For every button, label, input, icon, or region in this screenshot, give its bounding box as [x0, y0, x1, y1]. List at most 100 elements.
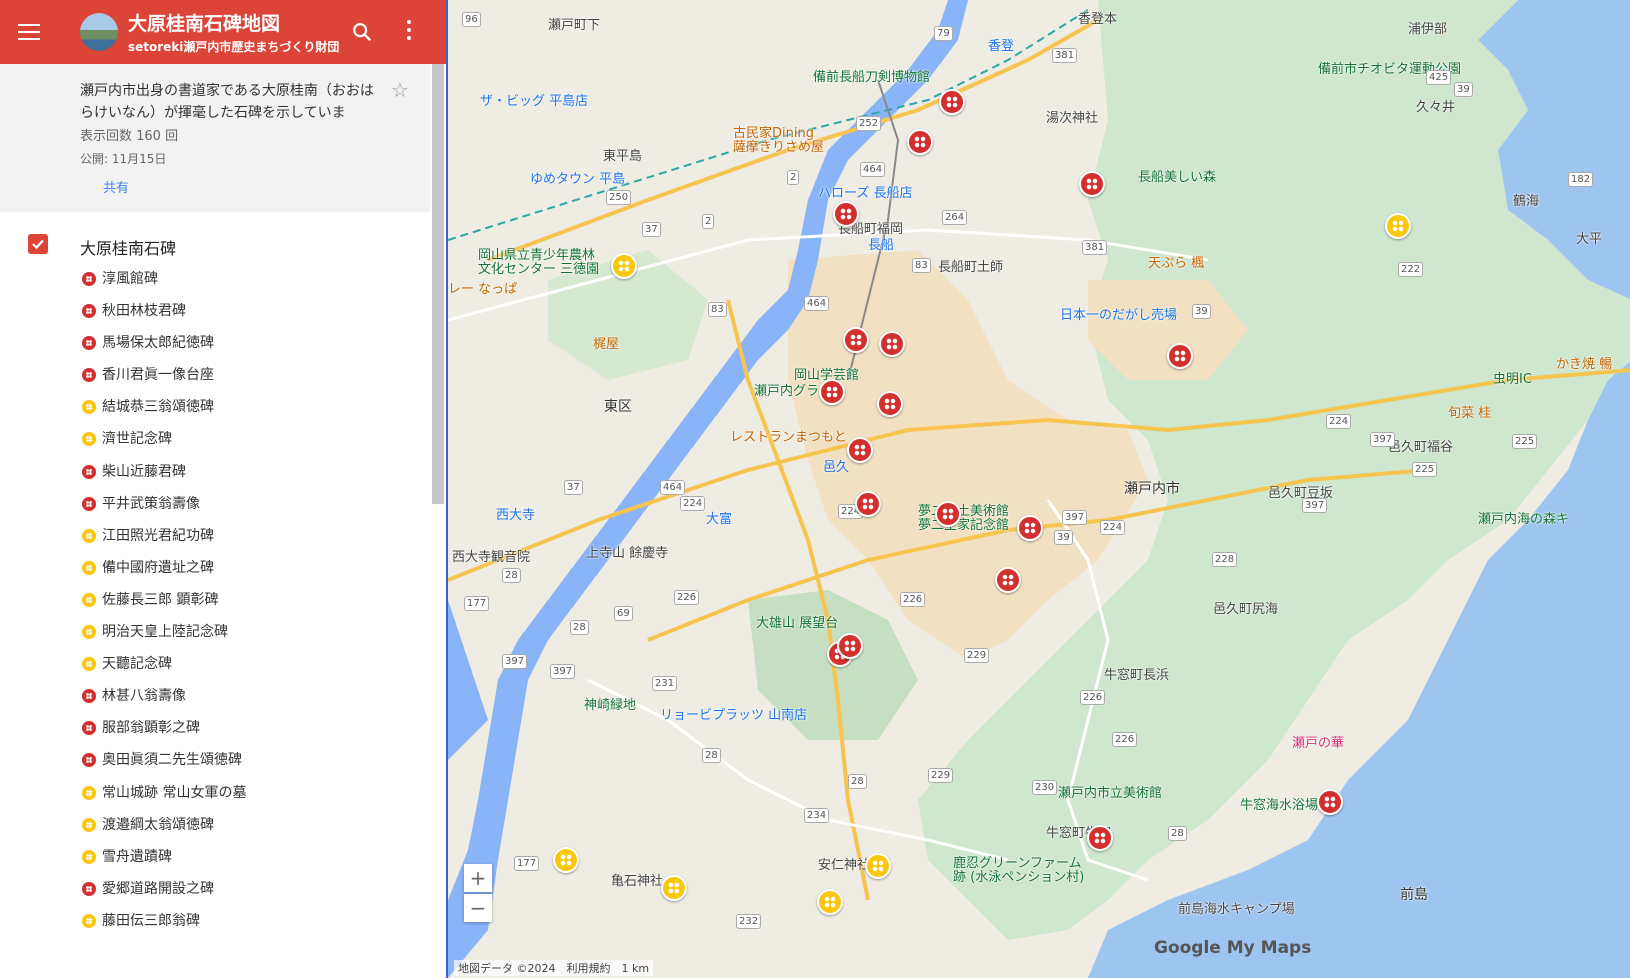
road-number: 226 — [1112, 732, 1138, 747]
monument-marker[interactable] — [1017, 515, 1043, 541]
place-label[interactable]: 牛窓町長浜 — [1104, 664, 1169, 683]
monument-pin-icon — [82, 753, 96, 768]
monument-marker[interactable] — [819, 379, 845, 405]
place-label[interactable]: 前島海水キャンプ場 — [1178, 898, 1295, 917]
place-label[interactable]: レストランまつもと — [730, 426, 847, 445]
place-label[interactable]: 瀬戸内市 — [1124, 478, 1180, 498]
monument-pin-icon — [82, 464, 96, 479]
place-label[interactable]: 天ぷら 楓 — [1148, 252, 1204, 271]
place-label[interactable]: 上寺山 餘慶寺 — [586, 542, 668, 561]
layer-item-label: 備中國府遺址之碑 — [102, 559, 214, 576]
monument-marker[interactable] — [553, 847, 579, 873]
place-label[interactable]: 香登 — [988, 35, 1014, 54]
place-label[interactable]: 長船町土師 — [938, 256, 1003, 275]
place-label[interactable]: 香登本 — [1078, 8, 1117, 27]
google-my-maps-logo: Google My Maps — [1154, 938, 1312, 958]
place-label[interactable]: 瀬戸の華 — [1292, 732, 1344, 751]
place-label[interactable]: 安仁神社 — [818, 854, 870, 873]
monument-pin-icon — [82, 913, 96, 928]
road-number: 83 — [708, 302, 727, 317]
layer-checkbox[interactable] — [28, 234, 48, 254]
road-number: 225 — [1412, 462, 1438, 477]
monument-marker[interactable] — [611, 253, 637, 279]
monument-marker[interactable] — [1167, 343, 1193, 369]
place-label[interactable]: 跡 (水泳ペンション村) — [953, 866, 1084, 885]
road-number: 37 — [564, 480, 583, 495]
place-label[interactable]: 大平 — [1576, 228, 1602, 247]
place-label[interactable]: 邑久町福谷 — [1388, 436, 1453, 455]
monument-marker[interactable] — [865, 853, 891, 879]
place-label[interactable]: 亀石神社 — [611, 870, 663, 889]
search-icon[interactable] — [351, 21, 373, 43]
place-label[interactable]: リョービプラッツ 山南店 — [660, 704, 807, 723]
place-label[interactable]: 備前長船刀剣博物館 — [813, 66, 930, 85]
monument-marker[interactable] — [1317, 789, 1343, 815]
monument-marker[interactable] — [1087, 825, 1113, 851]
monument-marker[interactable] — [877, 391, 903, 417]
map-owner[interactable]: setoreki瀬戸内市歴史まちづくり財団 — [128, 38, 339, 55]
place-label[interactable]: 瀬戸内市立美術館 — [1058, 782, 1162, 801]
map-description: 瀬戸内市出身の書道家である大原桂南（おおはらけいなん）が揮毫した石碑を示していま — [80, 83, 374, 121]
monument-marker[interactable] — [817, 889, 843, 915]
place-label[interactable]: 牛窓海水浴場 — [1240, 794, 1318, 813]
place-label[interactable]: 邑久 — [823, 456, 849, 475]
place-label[interactable]: 虫明IC — [1493, 368, 1532, 387]
monument-pin-icon — [82, 721, 96, 736]
place-label[interactable]: 東区 — [604, 396, 632, 416]
place-label[interactable]: 日本一のだがし売場 — [1060, 304, 1177, 323]
place-label[interactable]: 大富 — [706, 508, 732, 527]
place-label[interactable]: 邑久町尻海 — [1213, 598, 1278, 617]
road-number: 228 — [1212, 552, 1238, 567]
place-label[interactable]: かき焼 暢 — [1556, 353, 1612, 372]
place-label[interactable]: 西大寺 — [496, 504, 535, 523]
place-label[interactable]: ゆめタウン 平島 — [530, 168, 625, 187]
place-label[interactable]: 前島 — [1400, 884, 1428, 904]
monument-pin-icon — [82, 336, 96, 351]
place-label[interactable]: 長船美しい森 — [1138, 166, 1216, 185]
place-label[interactable]: 西大寺観音院 — [452, 546, 530, 565]
share-link[interactable]: 共有 — [103, 177, 129, 196]
place-label[interactable]: 長船 — [868, 234, 894, 253]
monument-marker[interactable] — [1385, 213, 1411, 239]
layer-item-label: 濟世記念碑 — [102, 431, 172, 448]
monument-marker[interactable] — [939, 89, 965, 115]
place-label[interactable]: 鶴海 — [1513, 190, 1539, 209]
monument-marker[interactable] — [995, 567, 1021, 593]
place-label[interactable]: 瀬戸町下 — [548, 14, 600, 33]
place-label[interactable]: 浦伊部 — [1408, 18, 1447, 37]
monument-marker[interactable] — [879, 331, 905, 357]
place-label[interactable]: 東平島 — [603, 145, 642, 164]
map-attribution[interactable]: 地図データ ©2024 利用規約 1 km — [454, 960, 654, 976]
monument-marker[interactable] — [661, 875, 687, 901]
star-icon[interactable]: ☆ — [391, 78, 409, 102]
monument-marker[interactable] — [847, 437, 873, 463]
place-label[interactable]: 湯次神社 — [1046, 107, 1098, 126]
monument-marker[interactable] — [935, 501, 961, 527]
sidebar-scrollbar[interactable] — [432, 64, 444, 504]
monument-marker[interactable] — [843, 327, 869, 353]
place-label[interactable]: 神崎緑地 — [584, 694, 636, 713]
place-label[interactable]: 大雄山 展望台 — [756, 612, 838, 631]
more-options-icon[interactable] — [406, 20, 412, 42]
place-label[interactable]: ハローズ 長船店 — [818, 182, 912, 201]
monument-marker[interactable] — [837, 633, 863, 659]
menu-icon[interactable] — [18, 19, 40, 45]
monument-marker[interactable] — [833, 201, 859, 227]
place-label[interactable]: 旬菜 桂 — [1448, 402, 1491, 421]
zoom-out-button[interactable]: − — [464, 894, 492, 922]
layer-item-label: 奥田眞須二先生頌徳碑 — [102, 752, 242, 769]
place-label[interactable]: ザ・ビッグ 平島店 — [480, 90, 588, 109]
place-label[interactable]: 文化センター 三徳園 — [478, 258, 599, 277]
road-number: 252 — [856, 116, 882, 131]
monument-marker[interactable] — [1079, 171, 1105, 197]
place-label[interactable]: 久々井 — [1416, 96, 1455, 115]
monument-marker[interactable] — [855, 491, 881, 517]
monument-marker[interactable] — [907, 129, 933, 155]
place-label[interactable]: 梶屋 — [593, 333, 619, 352]
place-label[interactable]: 薩摩きりさめ屋 — [733, 136, 824, 155]
place-label[interactable]: 瀬戸内海の森キ — [1478, 508, 1569, 527]
zoom-in-button[interactable]: + — [464, 864, 492, 892]
place-label[interactable]: レー なっぱ — [448, 278, 517, 297]
map-canvas[interactable]: 瀬戸町下 香登本 香登 浦伊部 備前長船刀剣博物館 備前市チオビタ運動公園 ザ・ビッグ 平島… — [446, 0, 1630, 978]
place-label[interactable]: 夢二生家記念館 — [918, 514, 1009, 533]
